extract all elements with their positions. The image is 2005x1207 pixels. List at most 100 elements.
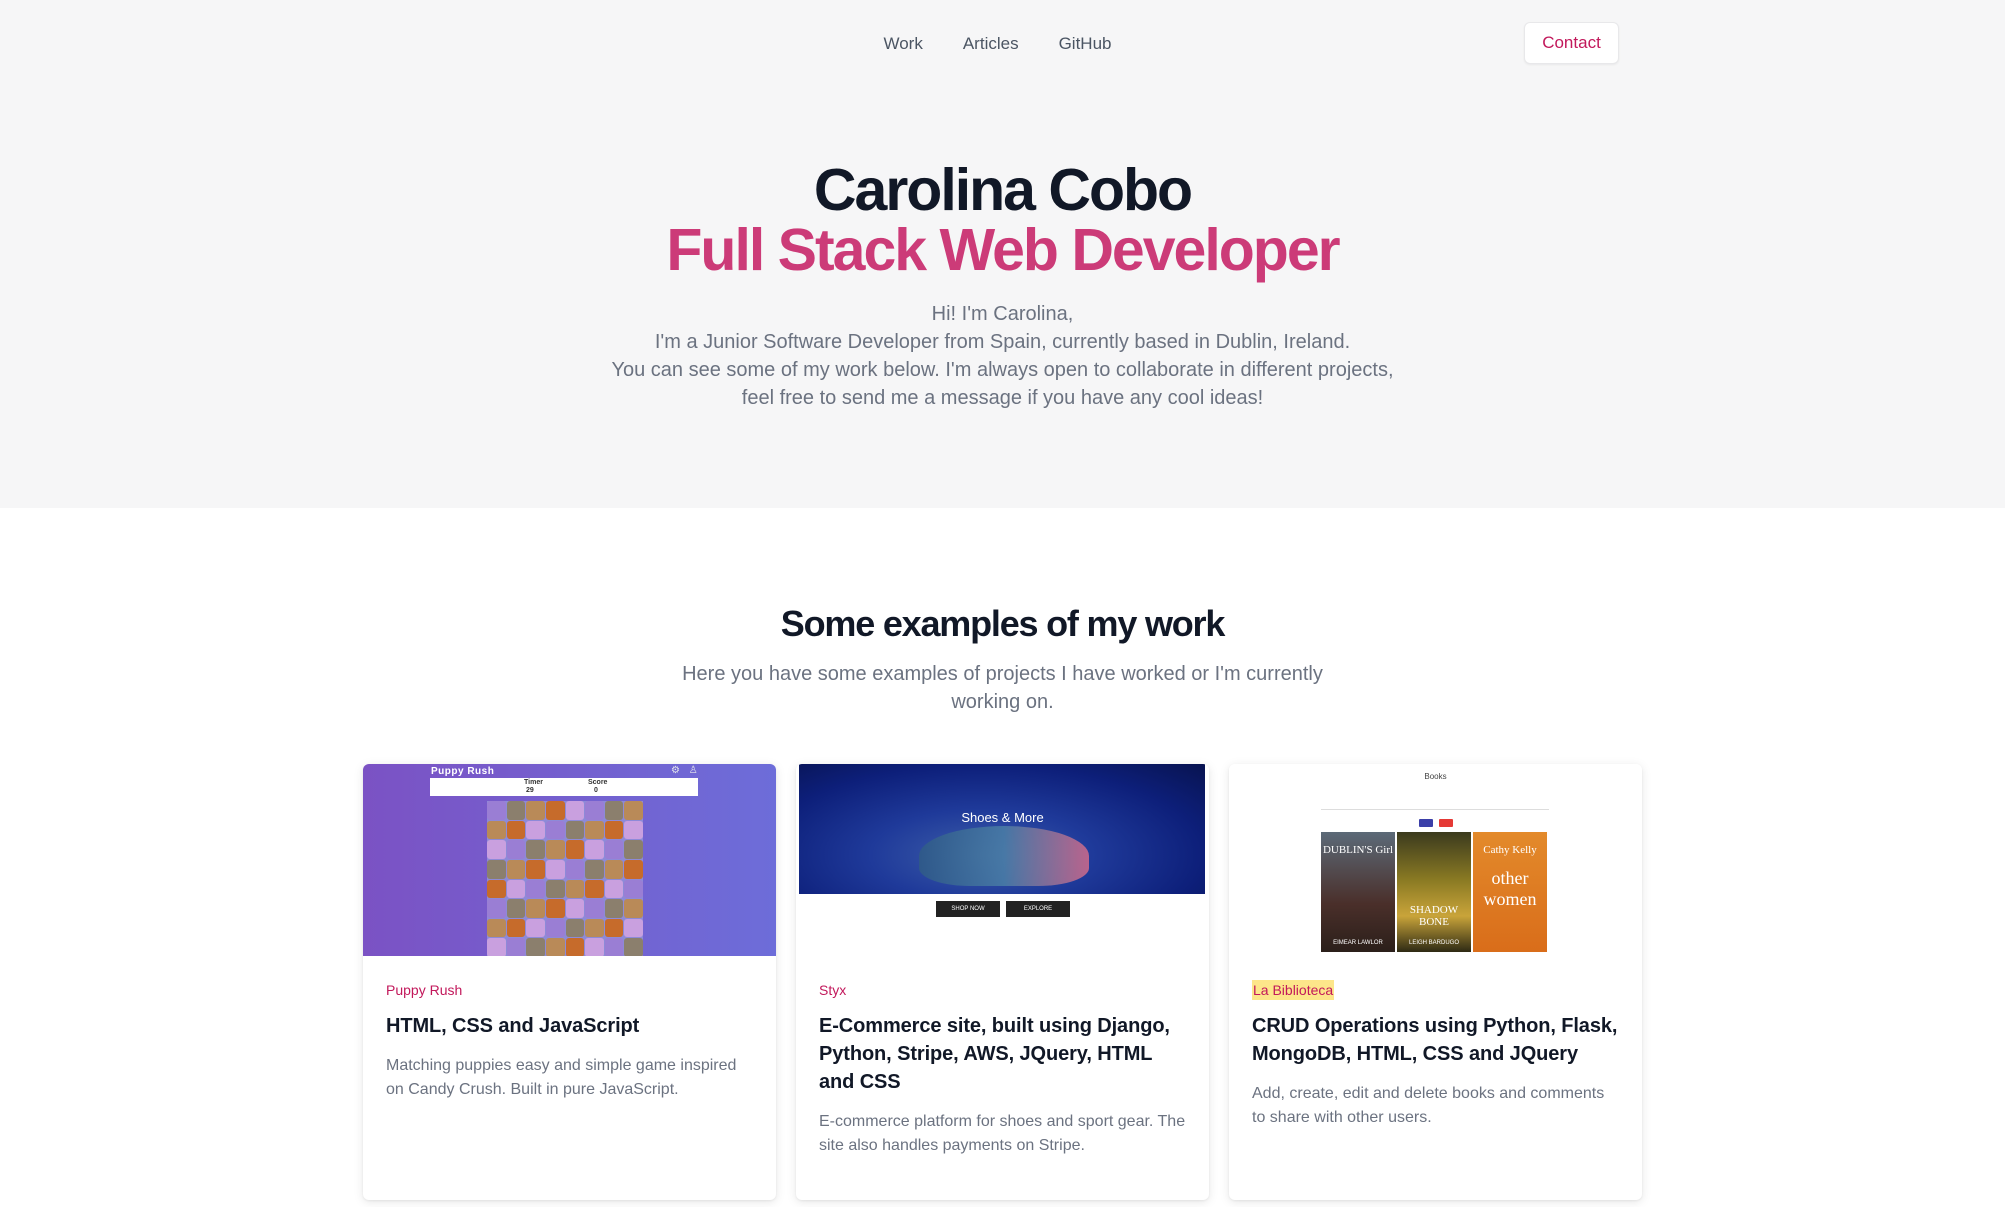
puppy-tile [585, 840, 604, 859]
puppy-tile [565, 879, 585, 899]
puppy-tile [526, 801, 545, 820]
puppy-tile [565, 938, 585, 956]
puppy-tile [526, 938, 545, 956]
puppy-tile [604, 840, 624, 859]
hero-bio-line: I'm a Junior Software Developer from Spa… [654, 331, 1351, 353]
puppy-tile [624, 899, 643, 918]
work-subtitle-line: working on. [951, 691, 1054, 713]
project-card-styx[interactable]: Shoes & More SHOP NOW EXPLORE Styx E-Com… [796, 764, 1209, 1200]
card-description: Add, create, edit and delete books and c… [1252, 1085, 1605, 1126]
work-section-title: Some examples of my work [780, 603, 1226, 644]
puppy-tile [604, 918, 624, 938]
project-preview-la-biblioteca[interactable]: Books DUBLIN'S Girl EIMEAR LAWLOR SHADOW… [1229, 764, 1642, 956]
card-body: Puppy Rush HTML, CSS and JavaScript Matc… [363, 956, 776, 1102]
work-subtitle-line: Here you have some examples of projects … [682, 663, 1323, 685]
preview-shop-button: SHOP NOW [936, 901, 1000, 917]
puppy-tile [604, 899, 624, 918]
card-description: E-commerce platform for shoes and sport … [819, 1113, 1186, 1154]
puppy-tile [506, 801, 526, 820]
contact-button[interactable]: Contact [1524, 22, 1619, 64]
puppy-tile [487, 859, 506, 879]
preview-puppy-grid [487, 801, 643, 956]
puppy-tile [604, 859, 624, 879]
hero-bio-line: Hi! I'm Carolina, [931, 303, 1074, 325]
puppy-tile [565, 859, 585, 879]
work-section-subtitle: Here you have some examples of projects … [0, 660, 2005, 716]
puppy-tile [585, 859, 604, 879]
card-tag[interactable]: La Biblioteca [1252, 980, 1335, 1000]
puppy-tile [565, 840, 585, 859]
book-cover: DUBLIN'S Girl EIMEAR LAWLOR [1321, 832, 1395, 952]
card-title[interactable]: E-Commerce site, built using Django, Pyt… [819, 1012, 1186, 1096]
puppy-tile [565, 918, 585, 938]
book-author: LEIGH BARDUGO [1408, 940, 1459, 946]
puppy-tile [604, 879, 624, 899]
puppy-tile [585, 820, 604, 840]
hero-bio-line: feel free to send me a message if you ha… [741, 387, 1264, 409]
puppy-tile [545, 801, 565, 820]
puppy-tile [604, 820, 624, 840]
puppy-tile [487, 840, 506, 859]
puppy-tile [526, 840, 545, 859]
book-cover: Cathy Kelly other women [1473, 832, 1547, 952]
card-title[interactable]: HTML, CSS and JavaScript [386, 1012, 753, 1040]
project-card-puppy-rush[interactable]: Puppy Rush ⚙ ♙ Timer 29 Score 0 Puppy Ru… [363, 764, 776, 1200]
preview-timer-value: 29 [526, 787, 534, 794]
book-title: DUBLIN'S Girl [1322, 844, 1394, 856]
nav-link-work[interactable]: Work [883, 32, 922, 56]
puppy-tile [506, 859, 526, 879]
preview-pill [1419, 819, 1433, 827]
puppy-tile [545, 859, 565, 879]
project-preview-puppy-rush[interactable]: Puppy Rush ⚙ ♙ Timer 29 Score 0 [363, 764, 776, 956]
hero-bio: Hi! I'm Carolina, I'm a Junior Software … [0, 300, 2005, 412]
nav-link-articles[interactable]: Articles [963, 32, 1019, 56]
puppy-tile [545, 938, 565, 956]
card-title[interactable]: CRUD Operations using Python, Flask, Mon… [1252, 1012, 1619, 1068]
puppy-tile [506, 938, 526, 956]
puppy-tile [526, 859, 545, 879]
puppy-tile [565, 801, 585, 820]
card-tag[interactable]: Puppy Rush [386, 980, 462, 1000]
preview-pill [1439, 819, 1454, 827]
book-title: other women [1483, 868, 1537, 909]
puppy-tile [545, 918, 565, 938]
project-cards: Puppy Rush ⚙ ♙ Timer 29 Score 0 Puppy Ru… [363, 764, 1644, 1200]
project-card-la-biblioteca[interactable]: Books DUBLIN'S Girl EIMEAR LAWLOR SHADOW… [1229, 764, 1642, 1200]
book-author: Cathy Kelly [1483, 844, 1537, 856]
puppy-tile [506, 899, 526, 918]
shoe-image [919, 826, 1089, 886]
puppy-tile [506, 820, 526, 840]
puppy-tile [487, 899, 506, 918]
card-tag[interactable]: Styx [819, 980, 846, 1000]
book-title: SHADOW BONE [1409, 904, 1459, 928]
hero-bio-line: You can see some of my work below. I'm a… [611, 359, 1394, 381]
puppy-tile [487, 918, 506, 938]
puppy-tile [585, 938, 604, 956]
nav-link-github[interactable]: GitHub [1059, 32, 1112, 56]
preview-search-bar [1321, 800, 1549, 810]
preview-header: Books [1424, 772, 1447, 781]
puppy-tile [487, 801, 506, 820]
puppy-tile [624, 918, 643, 938]
project-preview-styx[interactable]: Shoes & More SHOP NOW EXPLORE [796, 764, 1209, 956]
gear-icon: ⚙ [671, 765, 680, 776]
puppy-tile [585, 801, 604, 820]
puppy-tile [624, 859, 643, 879]
puppy-tile [624, 879, 643, 899]
preview-hero-text: Shoes & More [961, 810, 1044, 825]
puppy-tile [545, 840, 565, 859]
puppy-tile [585, 879, 604, 899]
puppy-tile [585, 899, 604, 918]
main-nav: Work Articles GitHub [0, 32, 2000, 56]
card-description: Matching puppies easy and simple game in… [386, 1057, 737, 1098]
preview-timer-label: Timer [524, 779, 543, 786]
hero-section: Work Articles GitHub Contact Carolina Co… [0, 0, 2005, 508]
puppy-tile [487, 938, 506, 956]
puppy-tile [487, 820, 506, 840]
puppy-tile [545, 820, 565, 840]
hero-role: Full Stack Web Developer [666, 217, 1340, 283]
preview-score-label: Score [588, 779, 608, 786]
puppy-tile [585, 918, 604, 938]
preview-hero-photo [799, 764, 1205, 894]
preview-filter-pills [1419, 814, 1455, 832]
